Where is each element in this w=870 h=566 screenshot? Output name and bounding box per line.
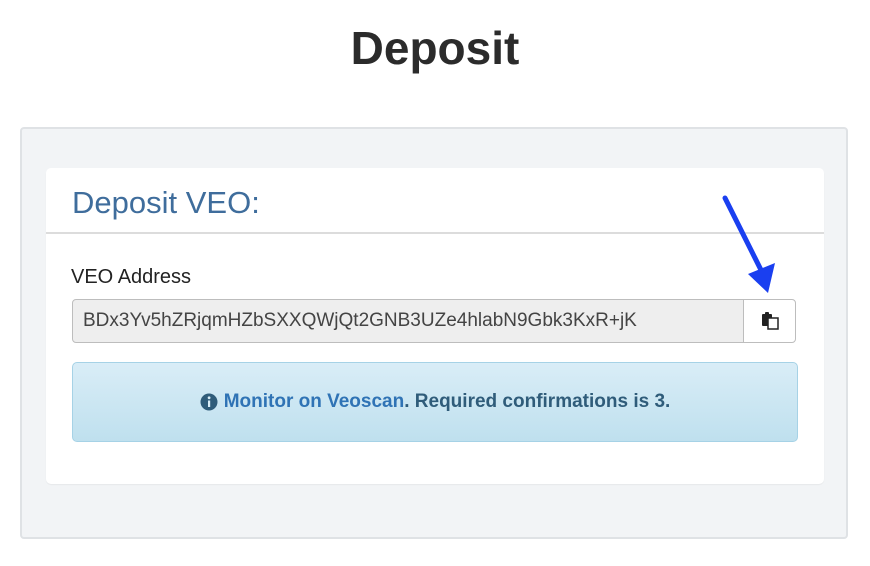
monitor-veoscan-link[interactable]: Monitor on Veoscan [224,391,405,413]
panel-heading: Deposit VEO: [46,168,824,234]
address-label: VEO Address [71,266,192,288]
info-alert: Monitor on Veoscan . Required confirmati… [72,362,798,442]
annotation-arrow-icon [722,195,775,293]
info-circle-icon [200,393,218,411]
address-input[interactable] [72,299,744,343]
panel-title: Deposit VEO: [72,185,260,220]
page-title: Deposit [350,22,520,74]
clipboard-copy-icon [761,312,779,330]
copy-address-button[interactable] [743,299,796,343]
confirmations-text: . Required confirmations is 3. [404,391,671,412]
